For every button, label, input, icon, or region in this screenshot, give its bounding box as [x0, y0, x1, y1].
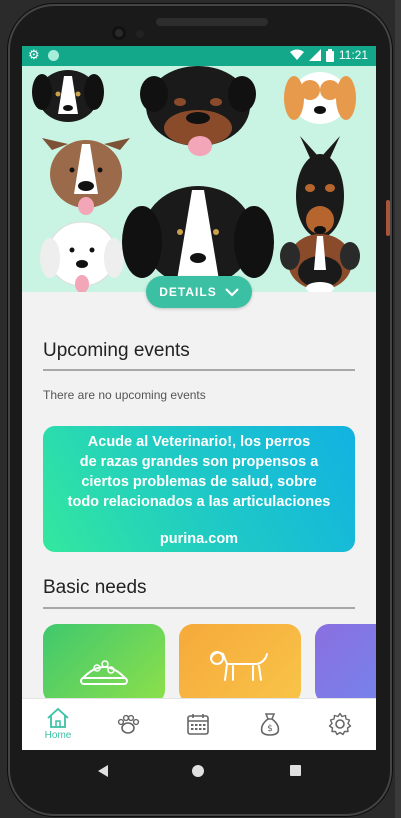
- money-bag-icon: $: [260, 713, 280, 736]
- ide-right-edge: [395, 0, 401, 818]
- battery-icon: [325, 48, 334, 62]
- basic-needs-title: Basic needs: [43, 577, 147, 598]
- bottom-navigation: Home $: [22, 698, 376, 750]
- dog-breeds-hero: [22, 66, 376, 292]
- banner-message: Acude al Veterinario!, los perros de raz…: [51, 432, 347, 512]
- food-card[interactable]: [43, 624, 165, 704]
- phone-speaker: [156, 18, 268, 26]
- vet-tip-banner[interactable]: Acude al Veterinario!, los perros de raz…: [43, 426, 355, 552]
- no-events-text: There are no upcoming events: [43, 388, 206, 402]
- dog-illustrations: [32, 66, 360, 292]
- back-icon[interactable]: [98, 765, 108, 777]
- gear-icon: [328, 712, 352, 736]
- chevron-down-icon: [224, 287, 239, 297]
- android-system-nav: [22, 750, 376, 794]
- svg-text:$: $: [267, 724, 273, 734]
- banner-line: ciertos problemas de salud, sobre: [81, 474, 317, 490]
- upcoming-divider: [43, 369, 355, 371]
- basic-needs-divider: [43, 607, 355, 609]
- notification-dot-icon: [48, 50, 59, 61]
- health-card[interactable]: [315, 624, 376, 704]
- recents-icon[interactable]: [290, 765, 301, 776]
- food-bowl-icon: [80, 660, 128, 685]
- wifi-icon: [289, 49, 304, 60]
- status-bar: ⚙ 11:21: [22, 46, 376, 66]
- nav-calendar[interactable]: [178, 707, 218, 747]
- signal-icon: [308, 49, 321, 61]
- details-button[interactable]: DETAILS: [146, 276, 252, 308]
- nav-home-label: Home: [44, 730, 72, 741]
- upcoming-events-title: Upcoming events: [43, 340, 190, 361]
- nav-expenses[interactable]: $: [250, 707, 290, 747]
- front-camera: [112, 26, 126, 40]
- nav-home[interactable]: Home: [38, 707, 78, 747]
- volume-button: [386, 200, 390, 236]
- banner-line: de razas grandes son propensos a: [79, 454, 319, 470]
- phone-sensor: [136, 30, 144, 38]
- walk-card[interactable]: [179, 624, 301, 704]
- home-system-icon[interactable]: [192, 765, 204, 777]
- calendar-icon: [187, 714, 209, 735]
- details-label: DETAILS: [159, 285, 217, 299]
- app-screen: ⚙ 11:21 DETAILS Upcoming events There ar…: [22, 46, 376, 750]
- dog-walk-icon: [210, 651, 268, 681]
- settings-gear-icon: ⚙: [28, 47, 40, 62]
- nav-settings[interactable]: [320, 707, 360, 747]
- basic-needs-cards: [43, 624, 376, 704]
- banner-line: Acude al Veterinario!, los perros: [87, 434, 311, 450]
- status-time: 11:21: [338, 48, 368, 62]
- banner-line: todo relacionados a las articulaciones: [67, 494, 331, 510]
- home-icon: [47, 707, 69, 728]
- banner-source: purina.com: [159, 531, 239, 547]
- nav-pets[interactable]: [108, 707, 148, 747]
- paw-icon: [117, 714, 140, 734]
